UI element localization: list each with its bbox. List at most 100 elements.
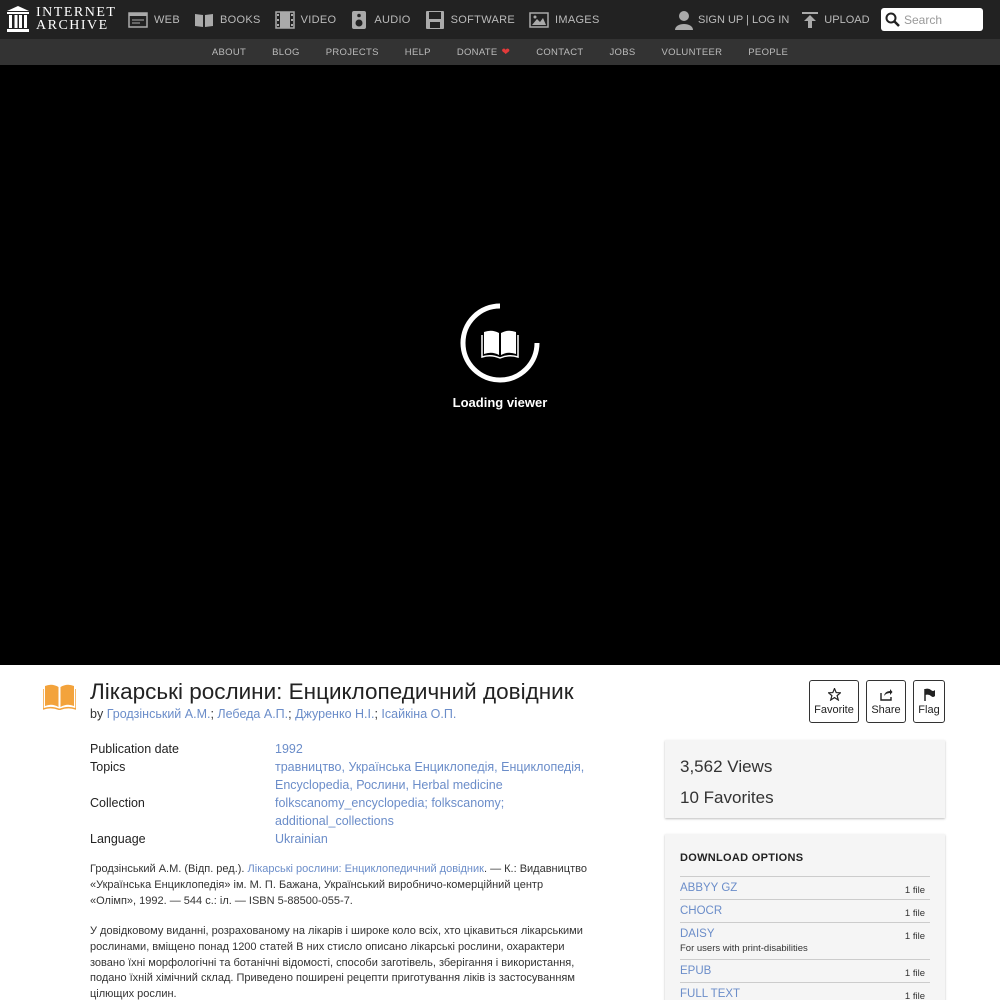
- video-icon: [274, 10, 295, 29]
- download-link[interactable]: ABBYY GZ: [680, 882, 930, 894]
- search-input[interactable]: [904, 12, 982, 27]
- books-icon: [194, 13, 213, 27]
- views-label: Views: [727, 757, 773, 776]
- description-paragraph-2: У довідковому виданні, розрахованому на …: [90, 924, 620, 1000]
- flag-icon: [923, 688, 935, 701]
- download-options-title: DOWNLOAD OPTIONS: [680, 852, 804, 864]
- download-link[interactable]: DAISY: [680, 928, 930, 940]
- desc-text: рослинами, вміщено понад 1200 статей В н…: [90, 940, 565, 953]
- collection-links[interactable]: additional_collections: [275, 812, 605, 830]
- web-icon: [128, 11, 148, 28]
- subnav-jobs[interactable]: JOBS: [610, 47, 636, 58]
- download-row: CHOCR 1 file: [680, 899, 930, 922]
- loading-spinner-icon: [460, 303, 540, 383]
- subnav-people[interactable]: PEOPLE: [748, 47, 788, 58]
- author-link[interactable]: Лебеда А.П.: [217, 707, 288, 721]
- share-icon: [879, 688, 892, 701]
- download-link[interactable]: EPUB: [680, 965, 930, 977]
- download-row: EPUB 1 file: [680, 959, 930, 982]
- file-count: 1 file: [904, 991, 925, 1000]
- file-count: 1 file: [904, 885, 925, 896]
- file-count: 1 file: [904, 968, 925, 979]
- item-title: Лікарські рослини: Енциклопедичний довід…: [90, 679, 574, 704]
- share-button[interactable]: Share: [866, 680, 906, 723]
- download-row: FULL TEXT 1 file: [680, 982, 930, 1000]
- download-row: ABBYY GZ 1 file: [680, 876, 930, 899]
- subnav-donate-label: DONATE: [456, 46, 498, 58]
- secondary-nav: ABOUT BLOG PROJECTS HELP DONATE ❤ CONTACT…: [0, 39, 1000, 65]
- star-icon: [827, 687, 841, 701]
- subnav-contact[interactable]: CONTACT: [536, 47, 583, 58]
- subnav-projects[interactable]: PROJECTS: [326, 47, 379, 58]
- loading-viewer-text: Loading viewer: [452, 395, 548, 410]
- by-label: by: [90, 707, 104, 721]
- user-icon: [675, 10, 693, 30]
- subnav-volunteer[interactable]: VOLUNTEER: [662, 47, 723, 58]
- subnav-about[interactable]: ABOUT: [212, 47, 246, 58]
- file-count: 1 file: [904, 931, 925, 942]
- search-icon: [885, 12, 900, 27]
- author-link[interactable]: Гродзінський А.М.: [107, 707, 211, 721]
- favorites-number: 10: [680, 788, 699, 807]
- favorite-button[interactable]: Favorite: [809, 680, 859, 723]
- description-paragraph-1: Гродзінський А.М. (Відп. ред.). Лікарськ…: [90, 862, 620, 909]
- nav-audio-label: AUDIO: [374, 13, 411, 26]
- nav-video[interactable]: VIDEO: [274, 10, 337, 29]
- metadata-key: Collection: [90, 796, 145, 810]
- software-icon: [425, 10, 444, 29]
- subnav-blog[interactable]: BLOG: [272, 47, 300, 58]
- description-title-link[interactable]: Лікарські рослини: Енциклопедичний довід…: [248, 863, 484, 875]
- internet-archive-logo[interactable]: INTERNET ARCHIVE: [7, 6, 116, 33]
- topics-links[interactable]: Encyclopedia, Рослини, Herbal medicine: [275, 776, 605, 794]
- metadata-key: Topics: [90, 760, 126, 774]
- item-byline: by Гродзінський А.М.; Лебеда А.П.; Джуре…: [90, 707, 457, 721]
- favorites-label: Favorites: [703, 788, 774, 807]
- upload-icon: [802, 11, 819, 28]
- archive-building-icon: [7, 6, 29, 32]
- search-box[interactable]: [881, 8, 983, 31]
- nav-audio[interactable]: AUDIO: [350, 10, 410, 30]
- signup-login-label: SIGN UP | LOG IN: [698, 13, 790, 26]
- metadata-row-collection: Collection folkscanomy_encyclopedia; fol…: [90, 794, 620, 830]
- pubdate-link[interactable]: 1992: [275, 742, 303, 756]
- subnav-donate[interactable]: DONATE ❤: [457, 47, 510, 58]
- media-nav: WEB BOOKS VIDEO AUDIO SOFTWARE IMAGES: [128, 0, 614, 39]
- metadata-row-language: Language Ukrainian: [90, 830, 620, 848]
- nav-web[interactable]: WEB: [128, 11, 180, 28]
- flag-button[interactable]: Flag: [913, 680, 945, 723]
- book-viewer[interactable]: Loading viewer: [0, 65, 1000, 665]
- nav-software[interactable]: SOFTWARE: [425, 10, 515, 30]
- logo-text: INTERNET ARCHIVE: [36, 6, 116, 33]
- collection-links[interactable]: folkscanomy_encyclopedia; folkscanomy;: [275, 794, 605, 812]
- download-link[interactable]: CHOCR: [680, 905, 930, 917]
- nav-web-label: WEB: [154, 13, 180, 26]
- desc-text: «Українська Енциклопедія» ім. М. П. Бажа…: [90, 878, 544, 891]
- logo-line-2: ARCHIVE: [36, 18, 109, 33]
- nav-books-label: BOOKS: [219, 13, 261, 26]
- desc-text: У довідковому виданні, розрахованому на …: [90, 925, 583, 937]
- author-link[interactable]: Джуренко Н.І.: [295, 707, 374, 721]
- top-navigation-bar: INTERNET ARCHIVE WEB BOOKS VIDEO AUDIO S…: [0, 0, 1000, 39]
- author-link[interactable]: Ісайкіна О.П.: [381, 707, 456, 721]
- signup-login-link[interactable]: SIGN UP | LOG IN: [675, 10, 789, 30]
- audio-icon: [352, 10, 367, 29]
- upload-label: UPLOAD: [824, 13, 870, 26]
- upload-link[interactable]: UPLOAD: [801, 11, 870, 29]
- desc-text: цілющих рослин.: [90, 988, 177, 1000]
- item-metadata: Publication date 1992 Topics травництво,…: [90, 740, 620, 848]
- desc-text: зовано їхні морфологічні та ботанічні ві…: [90, 956, 575, 969]
- item-stats: 3,562 Views 10 Favorites: [665, 740, 945, 818]
- topics-links[interactable]: травництво, Українська Енциклопедія, Енц…: [275, 758, 605, 776]
- language-link[interactable]: Ukrainian: [275, 832, 328, 846]
- views-count: 3,562 Views: [680, 751, 930, 782]
- images-icon: [529, 11, 549, 28]
- nav-books[interactable]: BOOKS: [194, 12, 261, 28]
- nav-video-label: VIDEO: [300, 13, 337, 26]
- metadata-key: Language: [90, 832, 146, 846]
- desc-text: «Олімп», 1992. — 544 с.: іл. — ISBN 5-88…: [90, 894, 353, 907]
- download-subtext: For users with print-disabilities: [680, 943, 808, 954]
- nav-images[interactable]: IMAGES: [529, 11, 600, 28]
- download-link[interactable]: FULL TEXT: [680, 988, 930, 1000]
- subnav-help[interactable]: HELP: [405, 47, 431, 58]
- nav-images-label: IMAGES: [555, 13, 600, 26]
